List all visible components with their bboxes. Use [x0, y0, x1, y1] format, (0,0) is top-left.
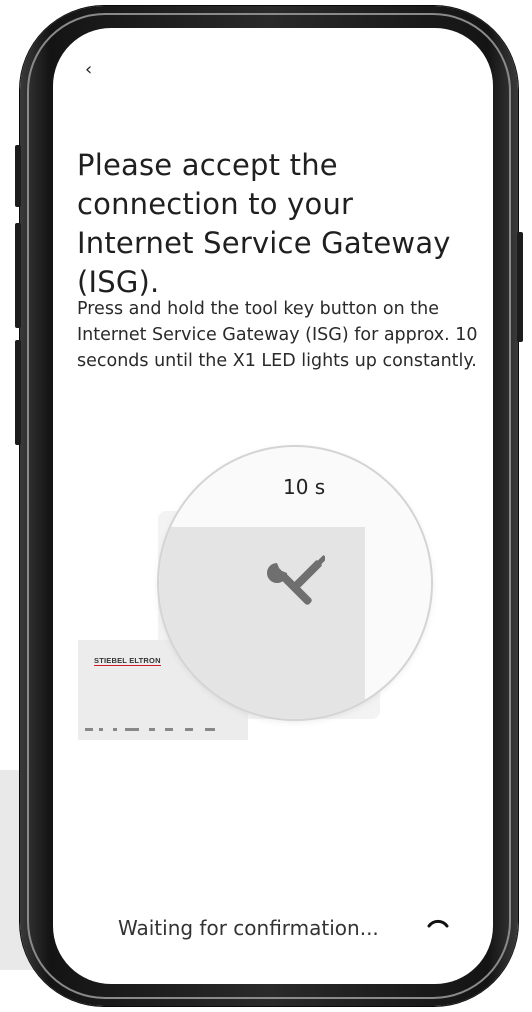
- brand-logo: STIEBEL ELTRON: [94, 656, 161, 666]
- page-title: Please accept the connection to your Int…: [77, 148, 451, 299]
- timer-label: 10 s: [283, 475, 326, 499]
- chevron-left-icon: ‹: [85, 59, 93, 80]
- phone-volume-down-button: [15, 340, 21, 445]
- phone-side-button: [15, 145, 21, 207]
- phone-volume-up-button: [15, 223, 21, 328]
- app-screen: ‹ Please accept the connection to your I…: [53, 28, 493, 984]
- magnifier-lens: 10 s: [159, 447, 431, 719]
- back-button[interactable]: ‹: [85, 58, 109, 82]
- loading-spinner-icon: [427, 919, 449, 928]
- device-panel-zoom: [159, 527, 365, 719]
- wrench-screwdriver-icon: [267, 555, 325, 605]
- status-text: Waiting for confirmation...: [118, 916, 379, 940]
- phone-power-button: [517, 232, 523, 342]
- device-led-row: [85, 728, 245, 731]
- instruction-text: Press and hold the tool key button on th…: [77, 299, 478, 371]
